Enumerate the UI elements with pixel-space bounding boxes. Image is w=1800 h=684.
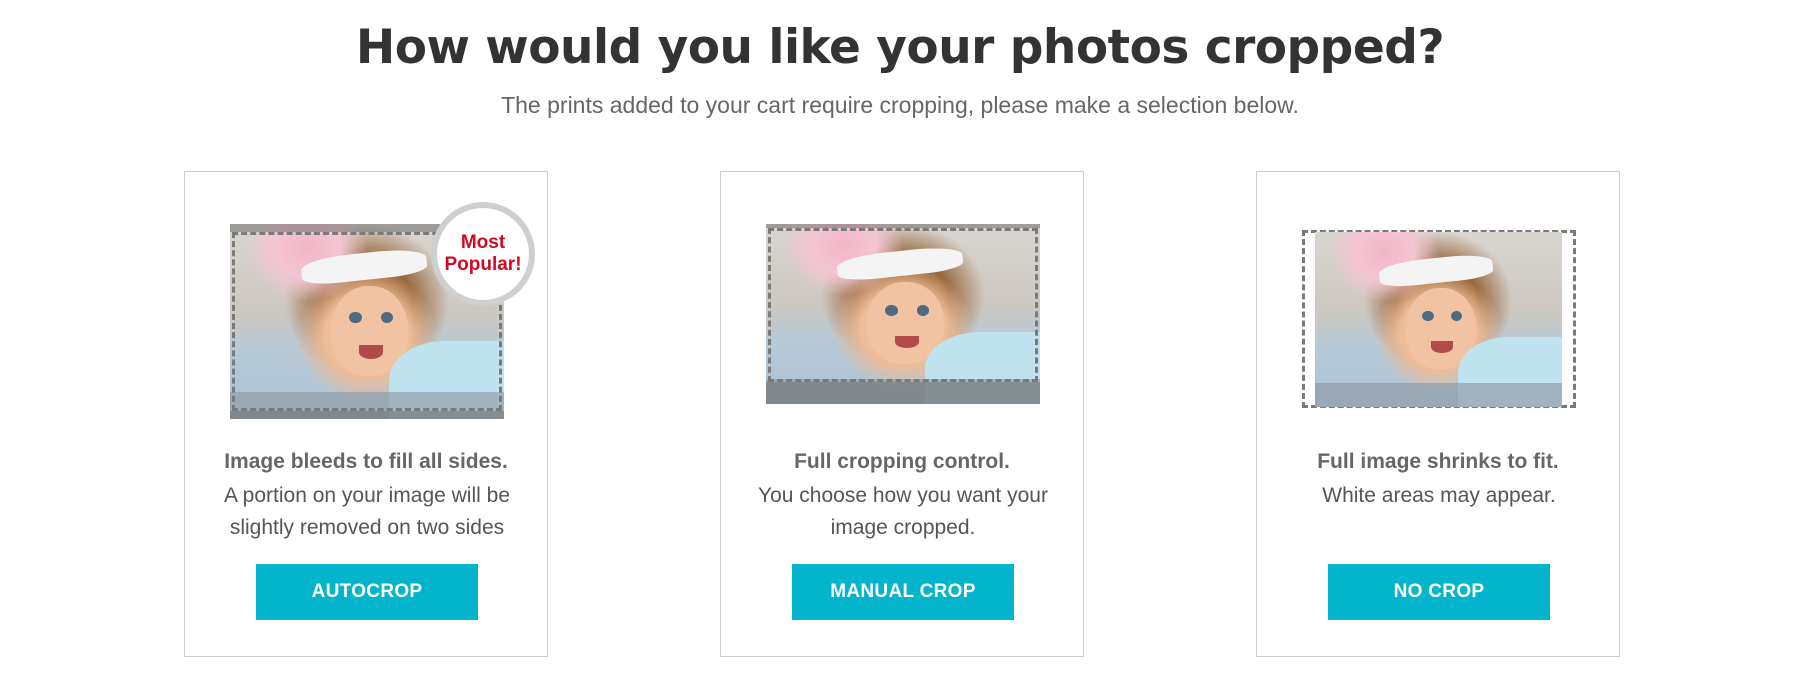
most-popular-badge: Most Popular! — [437, 208, 529, 300]
autocrop-option-card[interactable]: Most Popular! Image bleeds to fill all s… — [184, 171, 548, 657]
page-subtitle: The prints added to your cart require cr… — [501, 92, 1299, 118]
option-description: You choose how you want your image cropp… — [758, 484, 1048, 539]
crop-guide — [768, 228, 1038, 382]
manual-crop-preview-image — [766, 224, 1040, 404]
option-title: Image bleeds to fill all sides. — [224, 450, 508, 473]
page-title: How would you like your photos cropped? — [355, 20, 1445, 75]
option-title: Full cropping control. — [794, 450, 1010, 473]
manual-crop-button[interactable]: MANUAL CROP — [792, 564, 1014, 620]
manual-crop-option-card[interactable]: Full cropping control. You choose how yo… — [720, 171, 1084, 657]
option-description: White areas may appear. — [1322, 484, 1556, 507]
no-crop-button[interactable]: NO CROP — [1328, 564, 1550, 620]
option-title: Full image shrinks to fit. — [1317, 450, 1559, 473]
autocrop-button[interactable]: AUTOCROP — [256, 564, 478, 620]
no-crop-preview-image — [1315, 232, 1562, 407]
no-crop-option-card[interactable]: Full image shrinks to fit. White areas m… — [1256, 171, 1620, 657]
option-description: A portion on your image will be slightly… — [224, 484, 510, 539]
